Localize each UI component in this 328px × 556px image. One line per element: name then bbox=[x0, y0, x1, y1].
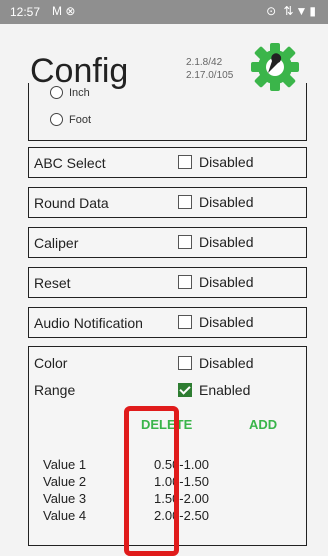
setting-row-caliper: Caliper Disabled bbox=[28, 227, 307, 258]
version-line-2: 2.17.0/105 bbox=[186, 70, 234, 81]
version-line-1: 2.1.8/42 bbox=[186, 57, 223, 68]
setting-label: Caliper bbox=[34, 235, 79, 251]
setting-row-round-data: Round Data Disabled bbox=[28, 187, 307, 218]
color-status: Disabled bbox=[199, 355, 254, 371]
setting-label: Round Data bbox=[34, 195, 109, 211]
value-name: Value 1 bbox=[43, 457, 87, 472]
status-bar: 12:57 M ⊗ ⊙ ⇅▼▮ bbox=[0, 0, 328, 24]
version-info: 2.1.8/42 2.17.0/105 bbox=[186, 56, 233, 82]
setting-checkbox[interactable] bbox=[178, 315, 192, 329]
value-name: Value 4 bbox=[43, 508, 87, 523]
setting-status: Disabled bbox=[199, 154, 254, 170]
unit-option-inch[interactable]: Inch bbox=[50, 86, 90, 99]
status-time: 12:57 bbox=[10, 5, 41, 19]
setting-checkbox[interactable] bbox=[178, 195, 192, 209]
unit-option-label: Inch bbox=[69, 86, 90, 99]
unit-option-foot[interactable]: Foot bbox=[50, 113, 91, 126]
setting-status: Disabled bbox=[199, 274, 254, 290]
setting-checkbox[interactable] bbox=[178, 155, 192, 169]
setting-checkbox[interactable] bbox=[178, 235, 192, 249]
unit-option-label: Foot bbox=[69, 113, 92, 126]
range-checkbox[interactable] bbox=[178, 383, 192, 397]
setting-row-abc-select: ABC Select Disabled bbox=[28, 147, 307, 178]
range-label: Range bbox=[34, 382, 76, 398]
color-label: Color bbox=[34, 355, 68, 371]
value-name: Value 3 bbox=[43, 491, 87, 506]
radio-icon[interactable] bbox=[50, 86, 63, 99]
notification-icons: M ⊗ bbox=[52, 4, 76, 18]
radio-icon[interactable] bbox=[50, 113, 63, 126]
setting-status: Disabled bbox=[199, 314, 254, 330]
setting-status: Disabled bbox=[199, 234, 254, 250]
add-button[interactable]: ADD bbox=[249, 417, 277, 432]
color-checkbox[interactable] bbox=[178, 356, 192, 370]
setting-row-audio-notification: Audio Notification Disabled bbox=[28, 307, 307, 338]
setting-status: Disabled bbox=[199, 194, 254, 210]
value-name: Value 2 bbox=[43, 474, 87, 489]
setting-label: Audio Notification bbox=[34, 315, 143, 331]
red-highlight-box bbox=[124, 406, 179, 556]
setting-checkbox[interactable] bbox=[178, 275, 192, 289]
system-icons: ⊙ ⇅▼▮ bbox=[266, 4, 318, 18]
setting-label: ABC Select bbox=[34, 155, 106, 171]
range-status: Enabled bbox=[199, 382, 251, 398]
setting-label: Reset bbox=[34, 275, 71, 291]
setting-row-reset: Reset Disabled bbox=[28, 267, 307, 298]
